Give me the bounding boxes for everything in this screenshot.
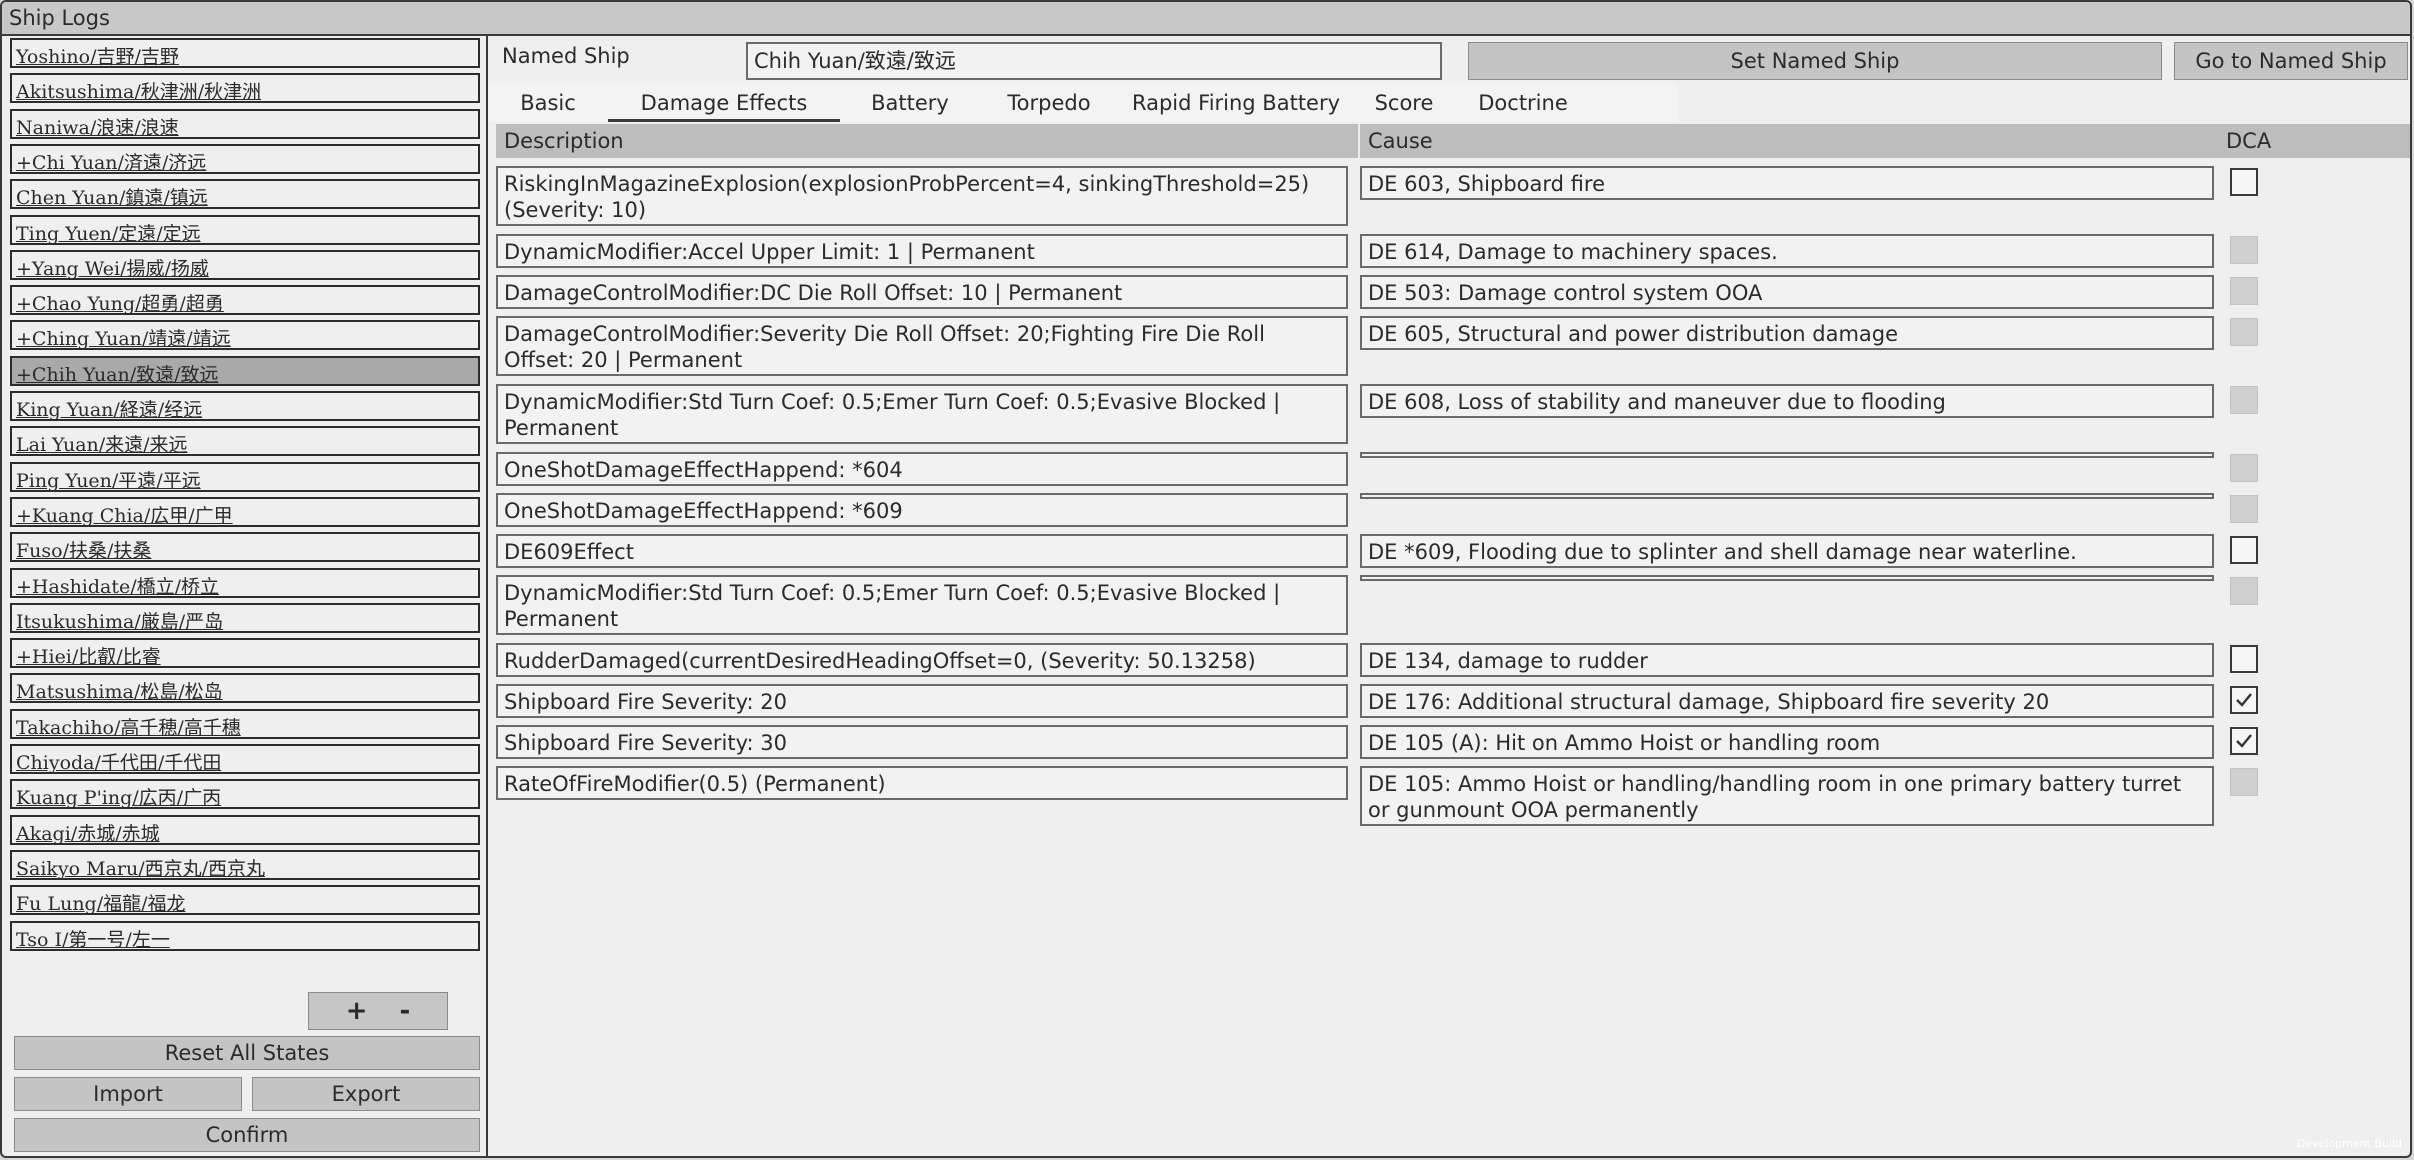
row-cause [1360,493,2214,499]
row-description: DynamicModifier:Std Turn Coef: 0.5;Emer … [496,575,1348,635]
tab-rapid-firing-battery[interactable]: Rapid Firing Battery [1118,84,1354,122]
remove-ship-button[interactable]: - [400,996,411,1026]
ship-list-item[interactable]: Tso I/第一号/左一 [10,920,480,951]
dca-checkbox-disabled [2230,318,2258,346]
row-cause: DE 603, Shipboard fire [1360,166,2214,200]
row-cause: DE 503: Damage control system OOA [1360,275,2214,309]
tab-torpedo[interactable]: Torpedo [980,84,1118,122]
column-header-cause[interactable]: Cause [1360,124,2088,158]
add-remove-controls: + - [308,992,448,1030]
row-cause: DE 176: Additional structural damage, Sh… [1360,684,2214,718]
row-description: DamageControlModifier:DC Die Roll Offset… [496,275,1348,309]
ship-list-item[interactable]: +Chih Yuan/致遠/致远 [10,355,480,386]
ship-logs-window: Ship Logs Yoshino/吉野/吉野 Akitsushima/秋津洲/秋… [0,0,2412,1158]
named-ship-label: Named Ship [502,44,630,68]
ship-list-item[interactable]: Akitsushima/秋津洲/秋津洲 [10,73,480,104]
ship-list-item[interactable]: +Yang Wei/揚威/扬威 [10,249,480,280]
row-description: DamageControlModifier:Severity Die Roll … [496,316,1348,376]
ship-list-item[interactable]: Matsushima/松島/松岛 [10,673,480,704]
ship-list-item[interactable]: +Chi Yuan/済遠/济远 [10,143,480,174]
tab-bar: Basic Damage Effects Battery Torpedo Rapid F… [488,84,1688,122]
add-ship-button[interactable]: + [346,996,368,1026]
export-button[interactable]: Export [252,1077,480,1111]
row-cause: DE 105 (A): Hit on Ammo Hoist or handlin… [1360,725,2214,759]
dca-checkbox[interactable] [2230,645,2258,673]
row-cause: DE 608, Loss of stability and maneuver d… [1360,384,2214,418]
ship-list-item[interactable]: Fu Lung/福龍/福龙 [10,885,480,916]
column-header-dca[interactable]: DCA [2218,124,2410,158]
dca-checkbox-disabled [2230,454,2258,482]
ship-list-item[interactable]: Chen Yuan/鎮遠/镇远 [10,179,480,210]
dca-checkbox-disabled [2230,236,2258,264]
row-description: DynamicModifier:Accel Upper Limit: 1 | P… [496,234,1348,268]
row-description: DE609Effect [496,534,1348,568]
ship-list-item[interactable]: Saikyo Maru/西京丸/西京丸 [10,849,480,880]
import-button[interactable]: Import [14,1077,242,1111]
row-description: RateOfFireModifier(0.5) (Permanent) [496,766,1348,800]
header-filler [2088,124,2218,158]
row-cause: DE *609, Flooding due to splinter and sh… [1360,534,2214,568]
column-header-description[interactable]: Description [496,124,1360,158]
dca-checkbox-disabled [2230,495,2258,523]
tab-damage-effects[interactable]: Damage Effects [608,84,840,122]
tab-basic[interactable]: Basic [488,84,608,122]
row-description: Shipboard Fire Severity: 20 [496,684,1348,718]
dca-checkbox-disabled [2230,386,2258,414]
dca-checkbox[interactable] [2230,168,2258,196]
named-ship-field[interactable]: Chih Yuan/致遠/致远 [746,42,1442,80]
ship-list-item[interactable]: +Kuang Chia/広甲/广甲 [10,496,480,527]
reset-all-states-button[interactable]: Reset All States [14,1036,480,1070]
ship-detail-panel: Named Ship Chih Yuan/致遠/致远 Set Named Shi… [488,36,2410,1156]
ship-list-panel: Yoshino/吉野/吉野 Akitsushima/秋津洲/秋津洲 Naniwa/浪… [8,36,484,1154]
row-description: DynamicModifier:Std Turn Coef: 0.5;Emer … [496,384,1348,444]
ship-list-item[interactable]: +Chao Yung/超勇/超勇 [10,285,480,316]
ship-list-item[interactable]: King Yuan/経遠/经远 [10,391,480,421]
dca-checkbox-disabled [2230,277,2258,305]
window-title: Ship Logs [2,2,2410,36]
row-cause: DE 605, Structural and power distributio… [1360,316,2214,350]
ship-list-item[interactable]: Ting Yuen/定遠/定远 [10,214,480,245]
ship-list-item[interactable]: Ping Yuen/平遠/平远 [10,461,480,492]
ship-list-item[interactable]: Chiyoda/千代田/千代田 [10,744,480,774]
check-icon [2236,734,2252,748]
row-description: OneShotDamageEffectHappend: *609 [496,493,1348,527]
tab-battery[interactable]: Battery [840,84,980,122]
check-icon [2236,693,2252,707]
row-cause [1360,575,2214,581]
ship-list-item[interactable]: Yoshino/吉野/吉野 [10,38,480,68]
ship-list-item[interactable]: Kuang P'ing/広丙/广丙 [10,779,480,810]
ship-list-item[interactable]: Lai Yuan/来遠/来远 [10,426,480,457]
row-description: Shipboard Fire Severity: 30 [496,725,1348,759]
row-description: RiskingInMagazineExplosion(explosionProb… [496,166,1348,226]
row-description: RudderDamaged(currentDesiredHeadingOffse… [496,643,1348,677]
row-cause: DE 105: Ammo Hoist or handling/handling … [1360,766,2214,826]
row-cause: DE 134, damage to rudder [1360,643,2214,677]
go-to-named-ship-button[interactable]: Go to Named Ship [2174,42,2408,80]
ship-list-item[interactable]: Takachiho/高千穂/高千穗 [10,708,480,739]
dca-checkbox[interactable] [2230,536,2258,564]
ship-list-item[interactable]: +Hiei/比叡/比睿 [10,638,480,669]
tab-doctrine[interactable]: Doctrine [1454,84,1592,122]
ship-list-item[interactable]: Fuso/扶桑/扶桑 [10,532,480,563]
row-description: OneShotDamageEffectHappend: *604 [496,452,1348,486]
dca-checkbox-checked[interactable] [2230,727,2258,755]
confirm-button[interactable]: Confirm [14,1118,480,1152]
row-cause [1360,452,2214,458]
development-build-watermark: Development Build [2296,1137,2402,1150]
ship-list-item[interactable]: Itsukushima/厳島/严岛 [10,602,480,633]
dca-checkbox-disabled [2230,577,2258,605]
set-named-ship-button[interactable]: Set Named Ship [1468,42,2162,80]
tab-score[interactable]: Score [1354,84,1454,122]
ship-list-item[interactable]: +Hashidate/橋立/桥立 [10,567,480,598]
row-cause: DE 614, Damage to machinery spaces. [1360,234,2214,268]
dca-checkbox-disabled [2230,768,2258,796]
ship-list-item[interactable]: +Ching Yuan/靖遠/靖远 [10,320,480,351]
ship-list-item[interactable]: Naniwa/浪速/浪速 [10,108,480,139]
ship-list-item[interactable]: Akagi/赤城/赤城 [10,814,480,845]
dca-checkbox-checked[interactable] [2230,686,2258,714]
